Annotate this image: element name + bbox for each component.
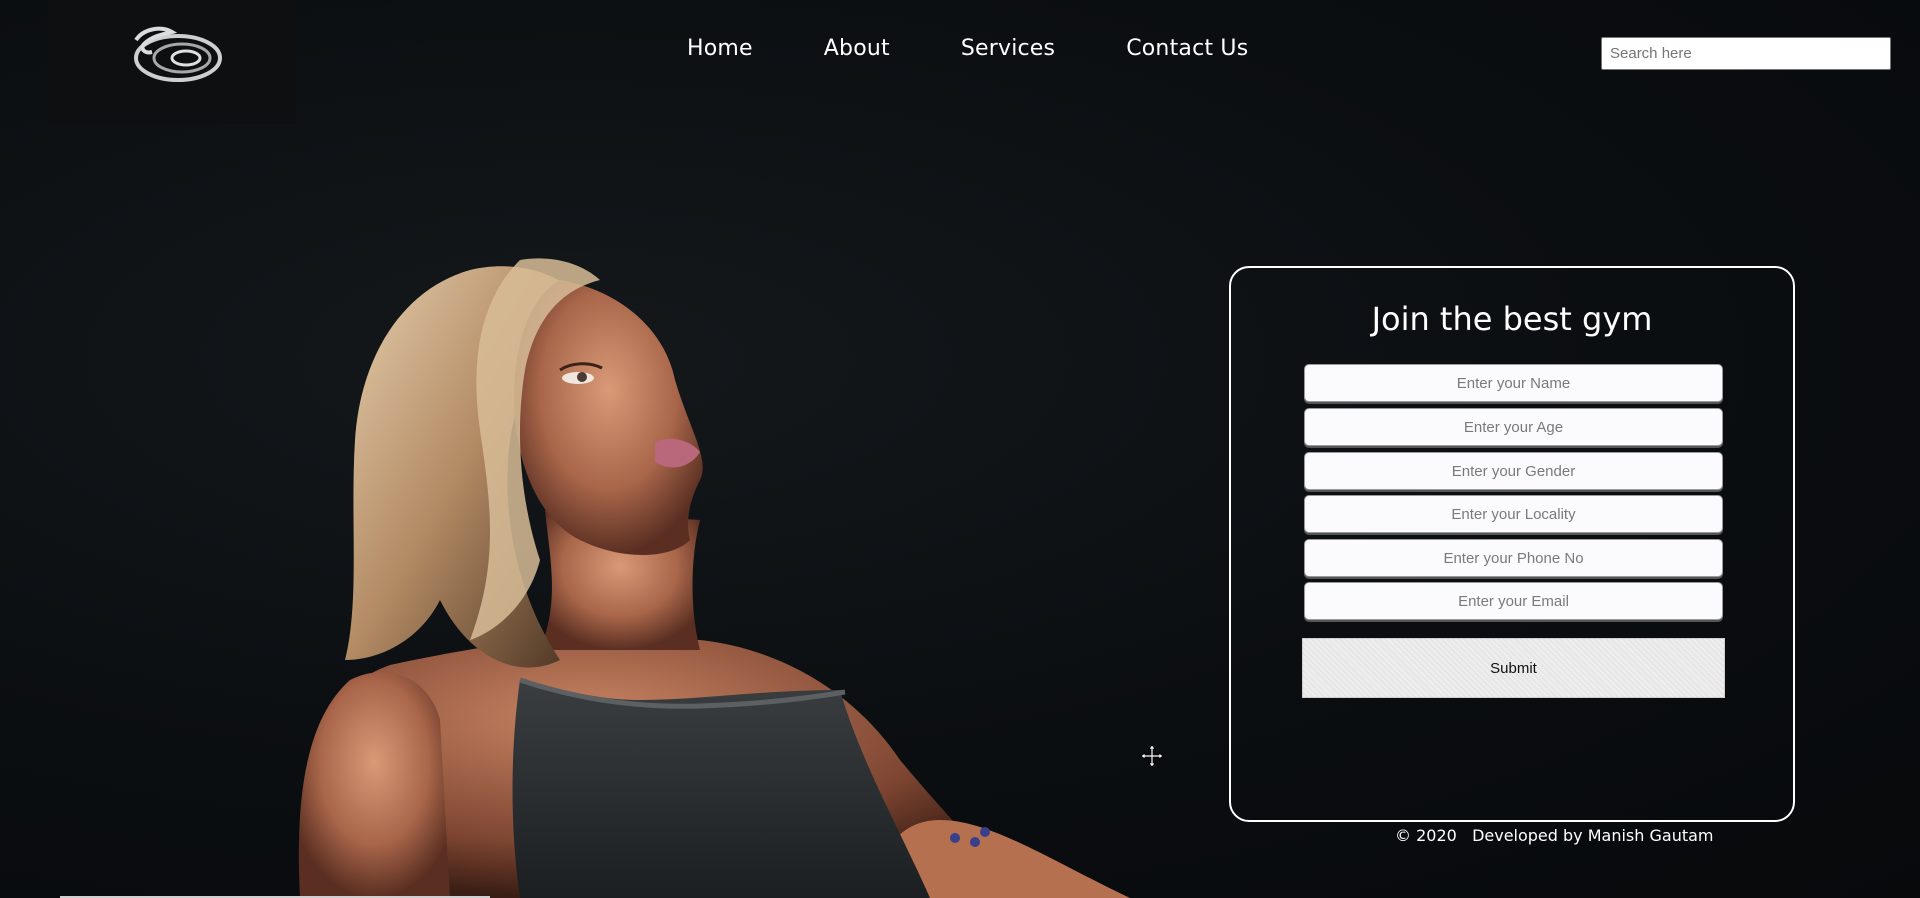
move-cursor-icon — [1140, 744, 1164, 768]
gym-logo-icon — [134, 26, 222, 82]
submit-button[interactable]: Submit — [1302, 638, 1725, 698]
footer-credit: © 2020 Developed by Manish Gautam — [1395, 826, 1714, 845]
form-title: Join the best gym — [1371, 300, 1653, 338]
locality-field[interactable] — [1304, 495, 1723, 533]
nav-home[interactable]: Home — [687, 36, 753, 61]
phone-field[interactable] — [1304, 539, 1723, 577]
nav-contact-us[interactable]: Contact Us — [1126, 36, 1248, 61]
name-field[interactable] — [1304, 364, 1723, 402]
page: Home About Services Contact Us Join the … — [0, 0, 1920, 898]
main-nav: Home About Services Contact Us — [687, 36, 1248, 61]
nav-about[interactable]: About — [824, 36, 890, 61]
gender-field[interactable] — [1304, 452, 1723, 490]
search-input[interactable] — [1601, 37, 1891, 70]
nav-services[interactable]: Services — [961, 36, 1055, 61]
join-form-card: Join the best gym Submit — [1229, 266, 1795, 822]
logo[interactable] — [48, 0, 296, 124]
age-field[interactable] — [1304, 408, 1723, 446]
email-field[interactable] — [1304, 582, 1723, 620]
hero-image — [298, 258, 1130, 898]
